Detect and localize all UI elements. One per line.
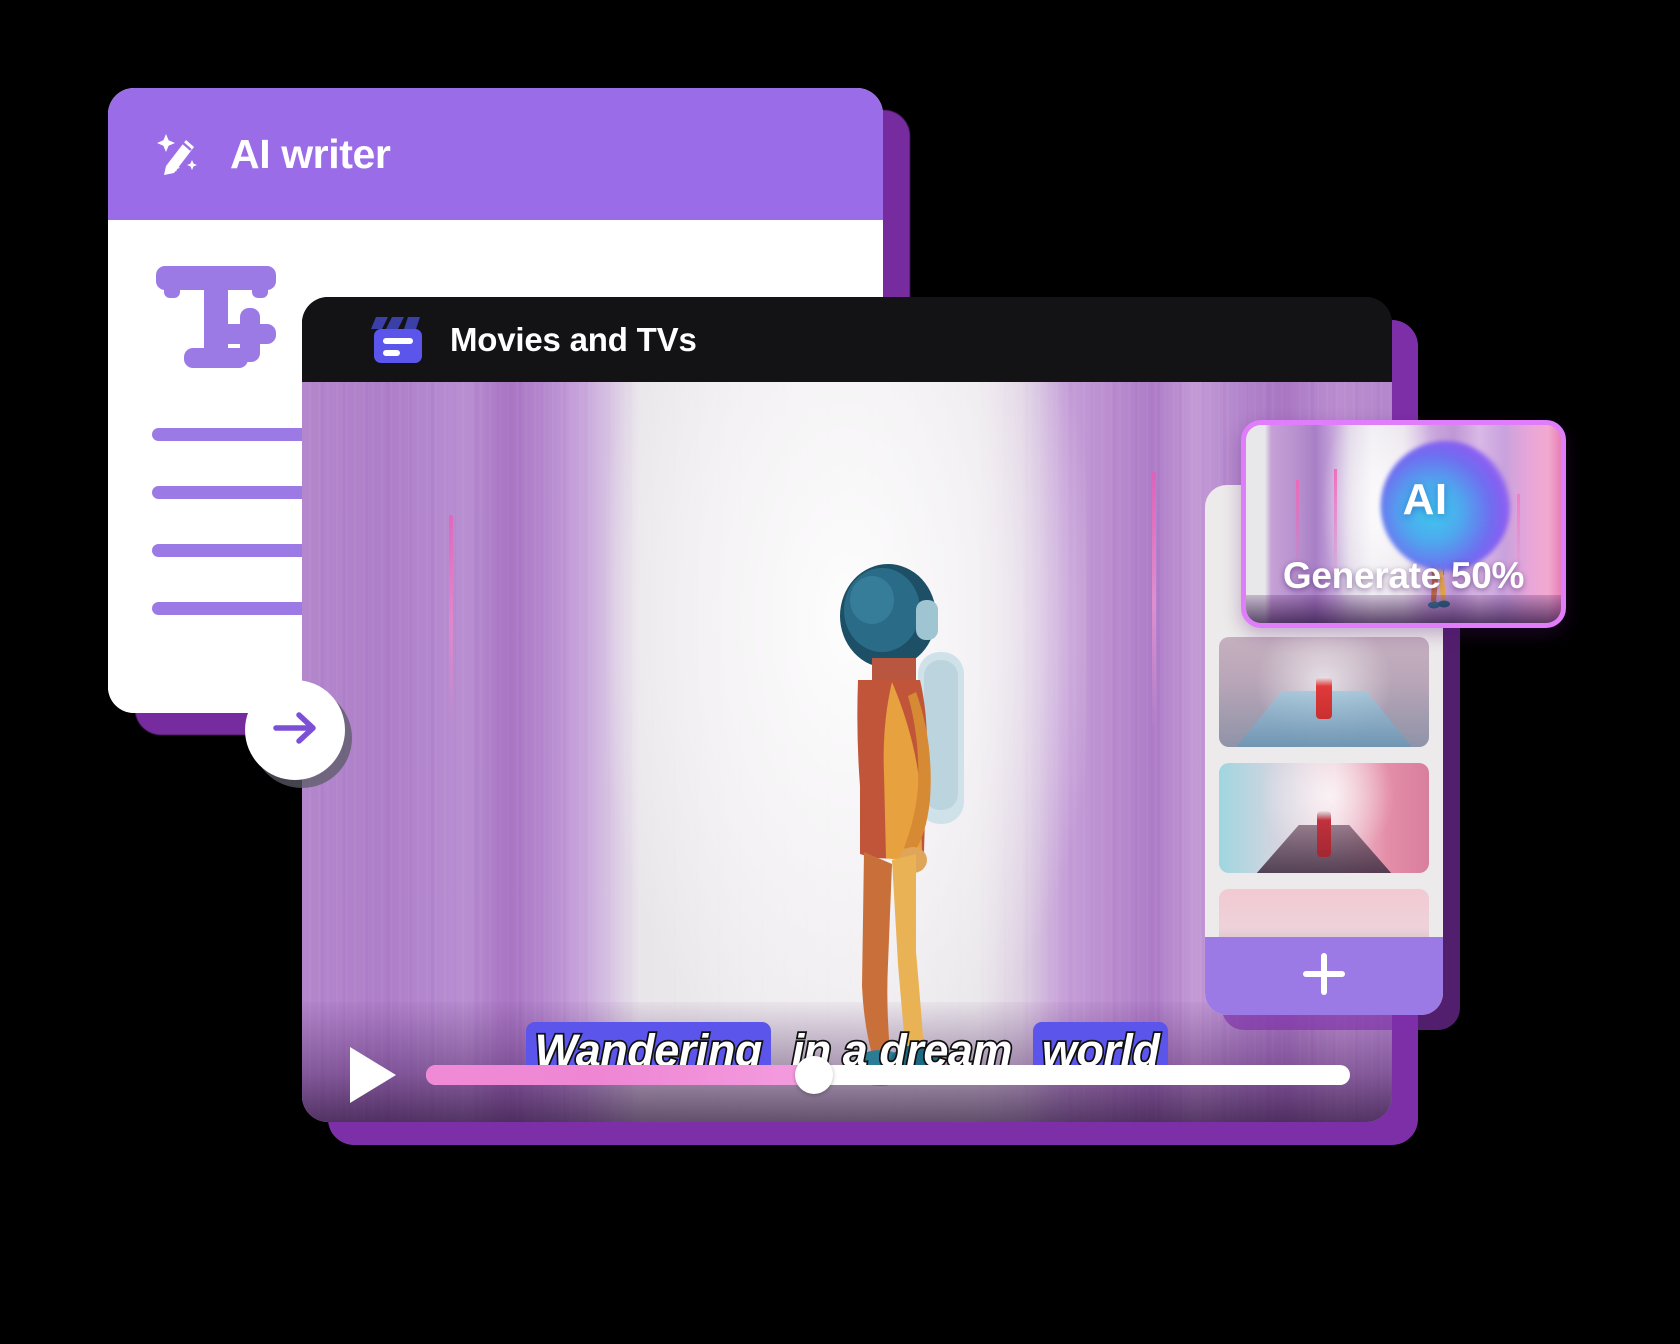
next-button[interactable] [245, 680, 345, 780]
generate-ground [1246, 595, 1561, 623]
thumbnail-3[interactable] [1219, 889, 1429, 937]
ai-writer-title: AI writer [230, 130, 391, 177]
play-icon[interactable] [350, 1046, 396, 1103]
movies-window-header: Movies and TVs [302, 297, 1392, 382]
thumbnail-1-figure [1316, 677, 1332, 719]
magic-pen-icon [152, 128, 204, 180]
video-player-controls [302, 1027, 1392, 1122]
thumbnail-1[interactable] [1219, 637, 1429, 747]
ai-badge-label: AI [1402, 475, 1448, 524]
neon-light-b [1152, 470, 1157, 731]
thumbnail-2-figure [1317, 811, 1331, 857]
ai-writer-header: AI writer [108, 88, 883, 220]
neon-light-a [449, 515, 454, 726]
progress-fill [426, 1064, 815, 1085]
astronaut-figure [820, 534, 995, 1094]
progress-bar[interactable] [426, 1055, 1350, 1094]
thumbnail-2[interactable] [1219, 763, 1429, 873]
arrow-right-icon [268, 701, 322, 760]
movies-window-title: Movies and TVs [450, 320, 697, 358]
add-clip-button[interactable] [1205, 937, 1443, 1015]
screenshot-canvas: AI writer Movies and TVs Wandering in a … [0, 0, 1680, 1344]
plus-icon [1298, 948, 1350, 1005]
clapperboard-icon [370, 315, 426, 365]
scrubber-handle[interactable] [795, 1055, 834, 1094]
generate-status-label: Generate 50% [1282, 555, 1525, 596]
ai-generate-card[interactable]: AI Generate 50% [1241, 420, 1566, 628]
